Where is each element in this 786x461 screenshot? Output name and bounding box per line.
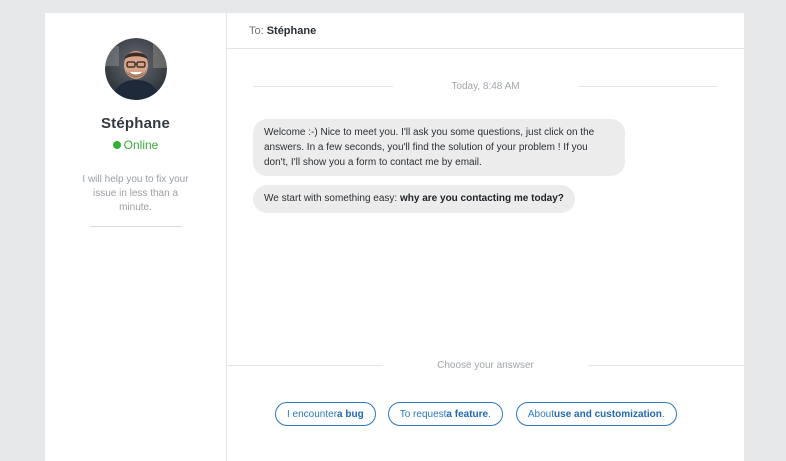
message-text-prefix: We start with something easy: xyxy=(264,193,400,204)
prompt-line-left xyxy=(227,365,383,366)
status-label: Online xyxy=(123,138,159,152)
day-label: Today, 8:48 AM xyxy=(451,81,520,92)
online-dot-icon xyxy=(112,141,121,149)
answer-options: I encounter a bug To request a feature. … xyxy=(275,402,677,426)
agent-sidebar: Stéphane Online I will help you to fix y… xyxy=(45,13,227,461)
answer-prompt: Choose your answser xyxy=(437,360,534,371)
answer-bold: a feature xyxy=(446,408,489,420)
day-separator: Today, 8:48 AM xyxy=(253,81,718,92)
agent-tagline: I will help you to fix your issue in les… xyxy=(82,174,189,213)
agent-name: Stéphane xyxy=(100,115,171,132)
day-line-left xyxy=(253,86,393,87)
answer-bold: a bug xyxy=(337,408,364,420)
answer-prefix: I encounter xyxy=(287,408,338,420)
message-text-bold: why are you contacting me today? xyxy=(399,193,564,204)
answer-prompt-separator: Choose your answser xyxy=(227,360,744,371)
message-text: Welcome :-) Nice to meet you. I'll ask y… xyxy=(264,127,595,168)
answer-feature-button[interactable]: To request a feature. xyxy=(387,402,503,426)
answer-customization-button[interactable]: About use and customization. xyxy=(515,402,677,426)
online-status: Online xyxy=(112,138,159,152)
message-bubble: Welcome :-) Nice to meet you. I'll ask y… xyxy=(253,119,625,176)
answer-prefix: About xyxy=(527,408,555,420)
day-line-right xyxy=(578,86,718,87)
answer-suffix: . xyxy=(661,408,665,420)
answer-prefix: To request xyxy=(399,408,447,420)
message-bubble: We start with something easy: why are yo… xyxy=(253,185,575,213)
answer-suffix: . xyxy=(488,408,491,420)
answer-bug-button[interactable]: I encounter a bug xyxy=(275,402,376,426)
sidebar-divider xyxy=(89,226,182,227)
prompt-line-right xyxy=(588,365,744,366)
to-label: To: xyxy=(249,24,264,37)
conversation-header: To: Stéphane xyxy=(227,13,744,49)
agent-avatar xyxy=(104,38,167,100)
answer-bold: use and customization xyxy=(554,408,662,420)
conversation-panel: To: Stéphane Today, 8:48 AM Welcome :-) … xyxy=(227,13,744,461)
recipient-name: Stéphane xyxy=(266,24,317,37)
chat-window: Stéphane Online I will help you to fix y… xyxy=(45,13,744,461)
